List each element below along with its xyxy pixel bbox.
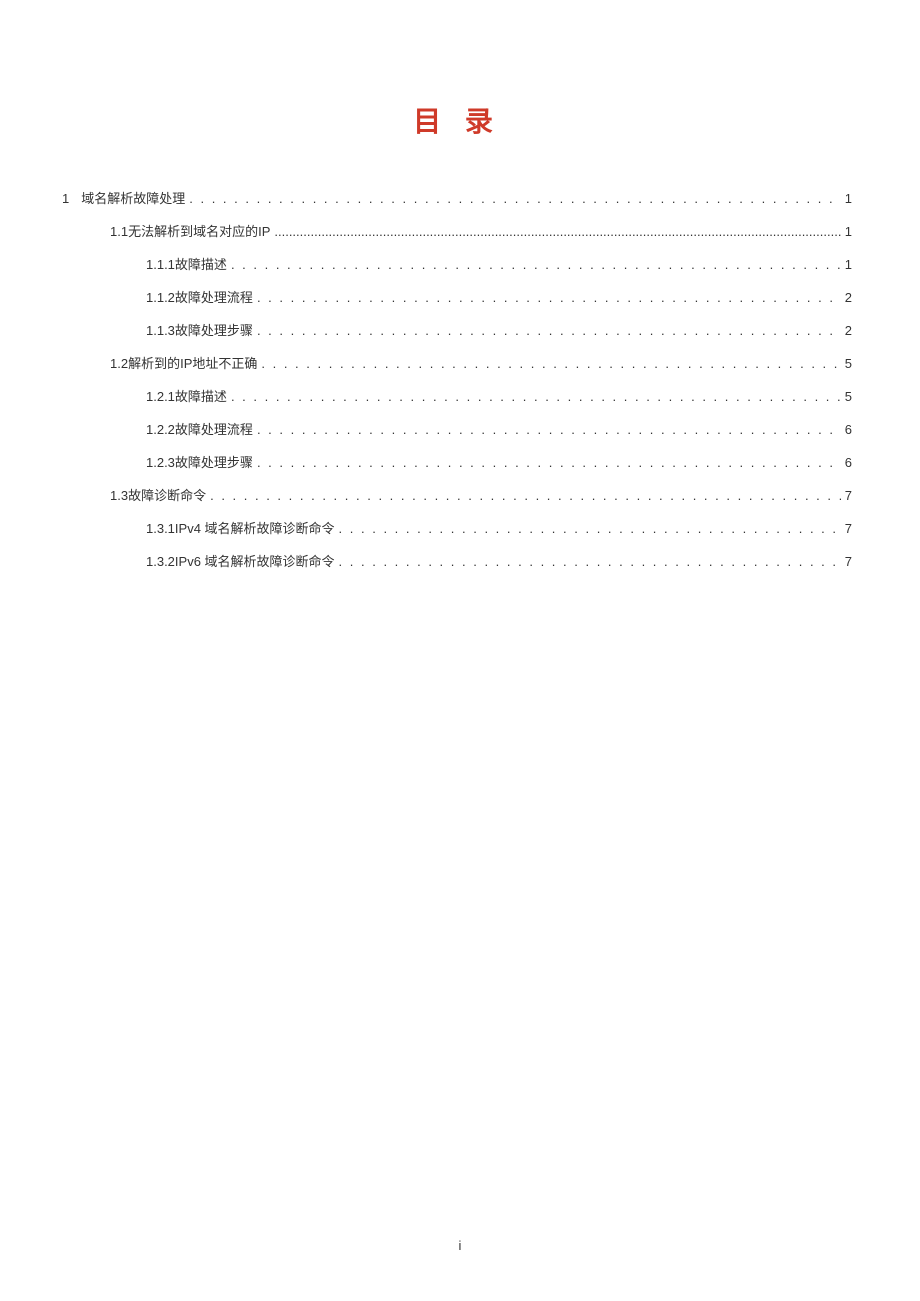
toc-entry[interactable]: 1.2.3 故障处理步骤 6 [62,452,852,471]
toc-leader [210,488,841,503]
toc-entry-page: 7 [845,488,852,503]
toc-entry-number: 1.1.1 [146,257,175,272]
toc-entry[interactable]: 1.2.2 故障处理流程 6 [62,419,852,438]
toc-entry[interactable]: 1.2 解析到的IP地址不正确 5 [62,353,852,372]
toc-entry-number: 1.2 [110,356,128,371]
toc-entry-text: 故障处理步骤 [175,452,253,471]
toc-entry-number: 1.2.2 [146,422,175,437]
toc-entry-page: 5 [845,389,852,404]
toc-leader [231,257,841,272]
toc-entry[interactable]: 1.3.1 IPv4 域名解析故障诊断命令 7 [62,518,852,537]
toc-entry[interactable]: 1 域名解析故障处理 1 [62,188,852,207]
toc-entry-text: IPv4 域名解析故障诊断命令 [175,518,335,537]
toc-entry-number: 1.2.1 [146,389,175,404]
toc-entry-number: 1.3.2 [146,554,175,569]
toc-entry[interactable]: 1.2.1 故障描述 5 [62,386,852,405]
toc-entry-number: 1.1.3 [146,323,175,338]
document-page: 目 录 1 域名解析故障处理 11.1 无法解析到域名对应的IP 11.1.1 … [0,0,920,570]
toc-leader [257,323,841,338]
toc-entry-text: 故障描述 [175,254,227,273]
toc-leader [257,422,841,437]
toc-entry-page: 6 [845,455,852,470]
toc-entry-text: 故障处理流程 [175,419,253,438]
toc-leader [257,455,841,470]
toc-leader [257,290,841,305]
toc-entry-text: 故障处理步骤 [175,320,253,339]
page-number: i [0,1238,920,1253]
toc-entry[interactable]: 1.3 故障诊断命令 7 [62,485,852,504]
toc-title: 目 录 [62,100,852,140]
toc-entry-page: 7 [845,521,852,536]
toc-leader [231,389,841,404]
toc-entry-number: 1.1.2 [146,290,175,305]
toc-entry-page: 1 [845,191,852,206]
toc-entry-text: 解析到的IP地址不正确 [128,353,257,372]
toc-entry-number: 1.3 [110,488,128,503]
toc-entry-text: IPv6 域名解析故障诊断命令 [175,551,335,570]
toc-entry-number: 1.2.3 [146,455,175,470]
toc-leader [261,356,840,371]
toc-entry-number: 1.1 [110,224,128,239]
toc-entry[interactable]: 1.1 无法解析到域名对应的IP 1 [62,221,852,240]
toc-entry-text: 故障描述 [175,386,227,405]
toc-leader [274,224,840,239]
toc-entry-page: 5 [845,356,852,371]
toc-leader [339,554,841,569]
toc-entry-number: 1.3.1 [146,521,175,536]
toc-entry-page: 1 [845,257,852,272]
toc-container: 1 域名解析故障处理 11.1 无法解析到域名对应的IP 11.1.1 故障描述… [62,188,852,570]
toc-entry-page: 1 [845,224,852,239]
toc-entry-number: 1 [62,191,69,206]
toc-leader [339,521,841,536]
toc-entry[interactable]: 1.1.3 故障处理步骤 2 [62,320,852,339]
toc-entry-text: 域名解析故障处理 [81,188,185,207]
toc-leader [189,191,841,206]
toc-entry-page: 2 [845,323,852,338]
toc-entry[interactable]: 1.3.2 IPv6 域名解析故障诊断命令 7 [62,551,852,570]
toc-entry-text: 故障处理流程 [175,287,253,306]
toc-entry-page: 2 [845,290,852,305]
toc-entry[interactable]: 1.1.1 故障描述 1 [62,254,852,273]
toc-entry-text: 故障诊断命令 [128,485,206,504]
toc-entry-text: 无法解析到域名对应的IP [128,221,270,240]
toc-entry-page: 7 [845,554,852,569]
toc-entry[interactable]: 1.1.2 故障处理流程 2 [62,287,852,306]
toc-entry-page: 6 [845,422,852,437]
